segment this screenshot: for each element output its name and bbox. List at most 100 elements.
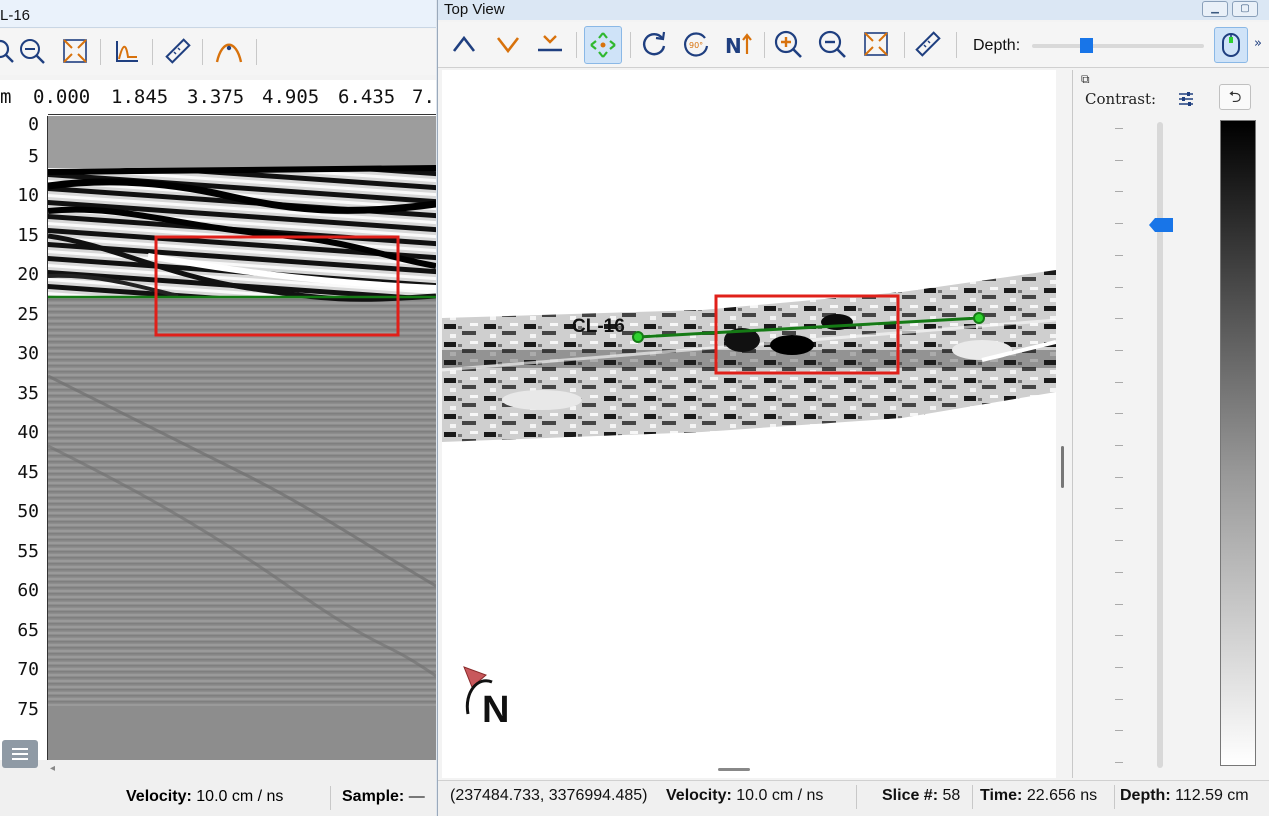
layer-list-button[interactable] <box>2 740 38 768</box>
velocity-label: Velocity: <box>126 788 192 805</box>
contrast-panel: ⧉ Contrast: ⮌ <box>1072 70 1269 778</box>
contrast-slider-tick <box>1115 223 1123 225</box>
contrast-slider-tick <box>1115 318 1123 320</box>
contrast-slider-tick <box>1115 445 1123 446</box>
top-view-toolbar: 90° N Depth: » <box>438 22 1269 68</box>
map-vertical-splitter[interactable] <box>1056 70 1070 778</box>
slice-bottom-icon[interactable] <box>534 28 566 60</box>
depth-label: Depth: <box>1120 787 1171 804</box>
depth-tick: 65 <box>17 620 39 641</box>
slice-value: 58 <box>942 787 961 804</box>
contrast-label: Contrast: <box>1085 90 1157 108</box>
slice-up-icon[interactable] <box>448 28 480 60</box>
measure-ruler-icon[interactable] <box>162 35 194 67</box>
fit-extent-icon[interactable] <box>860 28 892 60</box>
app-root: L-16 m 0.000 1.845 3.375 4.905 6.435 7. … <box>0 0 1269 816</box>
survey-line-label: CL-16 <box>572 316 625 337</box>
contrast-slider-tick <box>1115 635 1123 637</box>
north-arrow-icon: N <box>463 666 509 731</box>
north-up-icon[interactable]: N <box>722 28 754 60</box>
depth-tick: 15 <box>17 225 39 246</box>
map-horizontal-splitter[interactable] <box>718 768 750 771</box>
contrast-slider-tick <box>1115 666 1123 668</box>
velocity-readout: Velocity: 10.0 cm / ns <box>666 787 823 805</box>
survey-line-end-marker <box>973 312 985 324</box>
contrast-slider-thumb[interactable] <box>1149 217 1173 232</box>
minimize-button[interactable]: ▁ <box>1202 1 1228 17</box>
contrast-slider-tick <box>1115 730 1123 732</box>
depth-tick: 10 <box>17 185 39 206</box>
contrast-slider-tick <box>1115 413 1123 415</box>
depth-tick: 45 <box>17 462 39 483</box>
depth-tick: 20 <box>17 264 39 285</box>
contrast-slider-tick <box>1115 191 1123 193</box>
time-readout: Time: 22.656 ns <box>980 787 1097 805</box>
contrast-slider-tick <box>1115 571 1123 573</box>
top-view-map[interactable]: CL-16 N <box>442 70 1056 778</box>
depth-tick: 60 <box>17 580 39 601</box>
ruler-tick: 4.905 <box>262 86 320 108</box>
contrast-slider-tick <box>1115 349 1123 351</box>
depth-slider-track[interactable] <box>1032 44 1204 48</box>
zoom-out-icon[interactable] <box>816 28 848 60</box>
rotate-icon[interactable] <box>638 28 670 60</box>
gpr-slice-swath <box>442 270 1056 442</box>
time-value: 22.656 ns <box>1026 787 1098 804</box>
depth-tick: 75 <box>17 699 39 720</box>
depth-slider-label: Depth: <box>973 37 1021 54</box>
top-view-statusbar: (237484.733, 3376994.485) Velocity: 10.0… <box>438 780 1269 816</box>
contrast-slider-tick <box>1115 254 1123 256</box>
depth-tick: 55 <box>17 541 39 562</box>
ruler-tick: 3.375 <box>187 86 245 108</box>
ruler-unit: m <box>0 86 12 108</box>
contrast-reset-button[interactable]: ⮌ <box>1219 84 1251 110</box>
overflow-chevron-icon[interactable]: » <box>1254 36 1262 51</box>
coordinates-readout: (237484.733, 3376994.485) <box>450 787 648 804</box>
depth-tick: 35 <box>17 383 39 404</box>
velocity-readout: Velocity: 10.0 cm / ns <box>126 788 283 806</box>
contrast-slider-tick <box>1115 508 1123 510</box>
wavelet-icon[interactable] <box>111 35 143 67</box>
contrast-slider-tick <box>1115 603 1123 605</box>
distance-ruler: m 0.000 1.845 3.375 4.905 6.435 7.9 <box>0 80 436 116</box>
grayscale-colorbar <box>1220 120 1256 766</box>
zoom-out-icon[interactable] <box>16 35 48 67</box>
radargram-hscrollbar[interactable]: ◂ <box>0 740 436 782</box>
velocity-value: 10.0 cm / ns <box>736 787 824 804</box>
depth-tick: 30 <box>17 343 39 364</box>
radargram-toolbar <box>0 29 436 75</box>
pan-icon[interactable] <box>584 26 622 64</box>
top-view-title: Top View <box>444 1 505 18</box>
contrast-slider-tick <box>1115 286 1123 288</box>
svg-text:N: N <box>725 34 742 58</box>
contrast-slider-tick <box>1115 540 1123 542</box>
contrast-slider-tick <box>1115 128 1123 129</box>
scroll-left-arrow-icon[interactable]: ◂ <box>50 763 55 774</box>
svg-text:90°: 90° <box>689 41 703 50</box>
time-label: Time: <box>980 787 1023 804</box>
slice-down-icon[interactable] <box>492 28 524 60</box>
radargram-image[interactable] <box>48 116 436 760</box>
maximize-button[interactable]: ▢ <box>1232 1 1258 17</box>
zoom-in-icon[interactable] <box>772 28 804 60</box>
top-view-titlebar[interactable]: Top View ▁ ▢ <box>438 0 1269 20</box>
contrast-slider-tick <box>1115 476 1123 478</box>
contrast-settings-icon[interactable] <box>1177 90 1195 112</box>
rotate-90-icon[interactable]: 90° <box>680 28 712 60</box>
ruler-tick: 6.435 <box>338 86 396 108</box>
radargram-titlebar[interactable]: L-16 <box>0 0 436 28</box>
top-view-window: Top View ▁ ▢ 90° N Depth: » CL-16 N ⧉ Co… <box>437 0 1269 816</box>
depth-slider-thumb[interactable] <box>1079 38 1093 53</box>
mouse-mode-icon[interactable] <box>1214 27 1248 63</box>
ruler-tick: 0.000 <box>33 86 91 108</box>
depth-tick: 0 <box>28 114 39 135</box>
velocity-value: 10.0 cm / ns <box>196 788 284 805</box>
depth-tick: 70 <box>17 659 39 680</box>
undock-icon[interactable]: ⧉ <box>1081 72 1090 87</box>
fit-extent-icon[interactable] <box>59 35 91 67</box>
depth-tick: 40 <box>17 422 39 443</box>
radargram-window: L-16 m 0.000 1.845 3.375 4.905 6.435 7. … <box>0 0 436 816</box>
depth-tick: 50 <box>17 501 39 522</box>
hyperbola-fit-icon[interactable] <box>213 35 245 67</box>
measure-ruler-icon[interactable] <box>912 28 944 60</box>
